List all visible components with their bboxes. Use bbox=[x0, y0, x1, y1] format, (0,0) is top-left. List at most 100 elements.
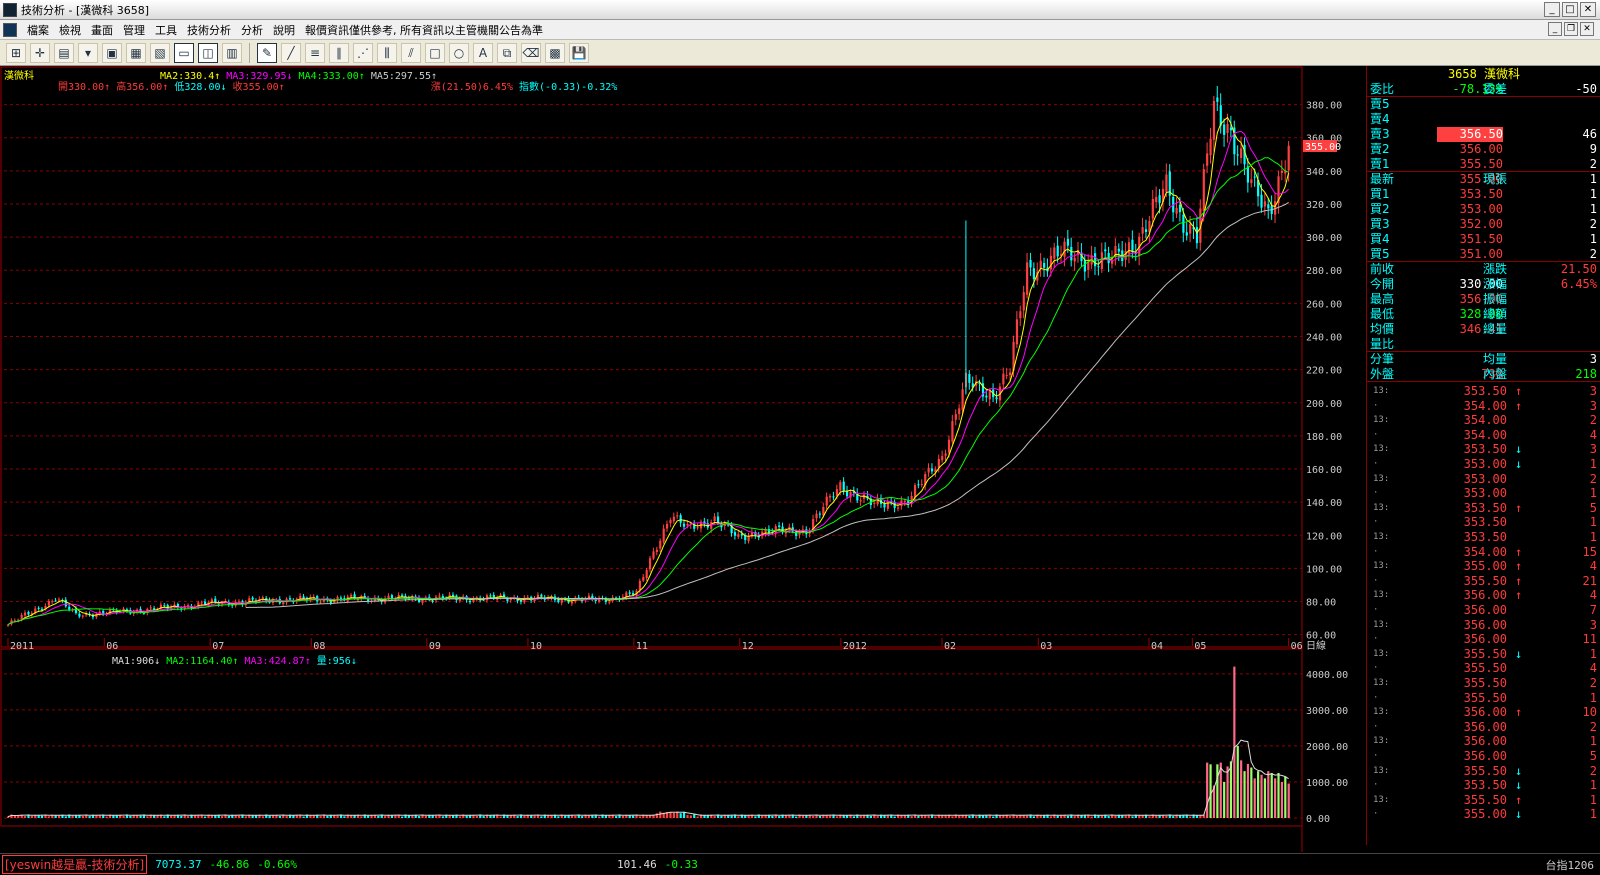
quote-row-label: 買3 bbox=[1370, 217, 1390, 231]
indicator-icon[interactable]: ⊞ bbox=[6, 42, 26, 63]
window-split-icon[interactable]: ◫ bbox=[198, 42, 218, 63]
tick-qty: 7 bbox=[1589, 603, 1597, 617]
candle-body bbox=[1189, 224, 1192, 234]
copy-icon[interactable]: ⧉ bbox=[497, 42, 517, 63]
tick-price: 355.50 bbox=[1463, 690, 1507, 705]
table-icon[interactable]: ▤ bbox=[54, 42, 74, 63]
chart-area[interactable]: 漢微科 MA2:330.4↑ MA3:329.95↓ MA4:333.00↑ M… bbox=[0, 66, 1366, 853]
volume-bar bbox=[574, 815, 577, 818]
chart-green-icon[interactable]: ▦ bbox=[126, 42, 146, 63]
doc-minimize-button[interactable]: _ bbox=[1548, 22, 1562, 36]
quote-row-label: 分筆 bbox=[1370, 352, 1395, 366]
doc-close-button[interactable]: ✕ bbox=[1580, 22, 1594, 36]
brand-label: [yeswin越是贏-技術分析] bbox=[2, 855, 148, 874]
horizontal-lines-icon[interactable]: ≡ bbox=[305, 42, 325, 63]
minimize-button[interactable]: _ bbox=[1544, 2, 1560, 17]
candle-body bbox=[54, 600, 57, 602]
doc-restore-button[interactable]: ❐ bbox=[1564, 22, 1578, 36]
volume-bar bbox=[1267, 771, 1270, 818]
menu-view[interactable]: 檢視 bbox=[59, 22, 81, 38]
candle-body bbox=[282, 602, 285, 605]
quote-row-value: 351.00 bbox=[1459, 247, 1503, 261]
futures-label[interactable]: 台指1206 bbox=[1546, 857, 1595, 873]
palette-icon[interactable]: ▩ bbox=[545, 42, 565, 63]
volume-bar bbox=[1032, 816, 1036, 818]
candle-body bbox=[570, 601, 574, 604]
vertical-lines-icon[interactable]: ∥ bbox=[329, 42, 349, 63]
tick-qty: 3 bbox=[1589, 442, 1597, 457]
quote-row: 最高 356.00 振幅 bbox=[1367, 292, 1600, 307]
volume-bar bbox=[818, 815, 822, 818]
crosshair-icon[interactable]: ✛ bbox=[30, 42, 50, 63]
price-volume-chart[interactable]: 60.0080.00100.00120.00140.00160.00180.00… bbox=[0, 66, 1366, 853]
menu-help[interactable]: 說明 bbox=[273, 22, 295, 38]
volume-bar bbox=[1243, 771, 1246, 818]
eraser-icon[interactable]: ⌫ bbox=[521, 42, 541, 63]
menu-technical-analysis[interactable]: 技術分析 bbox=[187, 22, 231, 38]
fan-lines-icon[interactable]: ⋰ bbox=[353, 42, 373, 63]
candle-body bbox=[1066, 238, 1070, 246]
period-label: 日線 bbox=[1306, 639, 1326, 652]
ma3-line bbox=[7, 130, 1289, 626]
document-icon[interactable] bbox=[3, 22, 17, 37]
close-button[interactable]: ✕ bbox=[1580, 2, 1596, 17]
tick-row: · 354.00 ↑ 3 bbox=[1367, 399, 1600, 414]
period-dropdown-icon[interactable]: ▾ bbox=[78, 42, 98, 63]
x-tick-label: 02 bbox=[944, 641, 956, 652]
fib-lines-icon[interactable]: ⫼ bbox=[377, 42, 397, 63]
tick-price: 355.50 bbox=[1463, 646, 1507, 661]
price-tick-label: 200.00 bbox=[1306, 399, 1342, 410]
volume-bar bbox=[1148, 816, 1151, 818]
menu-file[interactable]: 檔案 bbox=[27, 22, 49, 38]
candle-body bbox=[468, 600, 472, 603]
image-icon[interactable]: ▧ bbox=[150, 42, 170, 63]
tick-time: · bbox=[1373, 605, 1379, 615]
rectangle-tool-icon[interactable]: □ bbox=[425, 42, 445, 63]
tick-row: · 353.50 ↓ 1 bbox=[1367, 778, 1600, 793]
candle-body bbox=[214, 598, 217, 602]
tick-qty: 3 bbox=[1589, 384, 1597, 398]
parallel-lines-icon[interactable]: ⫽ bbox=[401, 42, 421, 63]
ellipse-tool-icon[interactable]: ○ bbox=[449, 42, 469, 63]
candle-body bbox=[350, 594, 353, 597]
window-layout-icon[interactable]: ▭ bbox=[174, 42, 194, 63]
price-tick-label: 100.00 bbox=[1306, 564, 1342, 575]
volume-bar bbox=[886, 815, 889, 818]
volume-bar bbox=[968, 815, 971, 818]
volume-bar bbox=[730, 815, 733, 818]
maximize-button[interactable]: □ bbox=[1562, 2, 1578, 17]
line-tool-icon[interactable]: ╱ bbox=[281, 42, 301, 63]
candle-body bbox=[682, 523, 686, 527]
chart-red-icon[interactable]: ▣ bbox=[102, 42, 122, 63]
candle-body bbox=[1097, 266, 1100, 268]
menu-analysis[interactable]: 分析 bbox=[241, 22, 263, 38]
candle-body bbox=[81, 615, 84, 617]
candle-body bbox=[1165, 174, 1168, 192]
volume-bar bbox=[523, 815, 526, 818]
tick-qty: 11 bbox=[1582, 632, 1597, 647]
menu-tools[interactable]: 工具 bbox=[155, 22, 177, 38]
volume-bar bbox=[1229, 761, 1233, 818]
menu-screen[interactable]: 畫面 bbox=[91, 22, 113, 38]
draw-pen-icon[interactable]: ✎ bbox=[257, 42, 277, 63]
candle-body bbox=[68, 606, 71, 610]
volume-bar bbox=[737, 816, 740, 818]
volume-bar bbox=[632, 815, 635, 818]
tick-price: 355.00 bbox=[1463, 559, 1507, 574]
volume-bar bbox=[424, 815, 428, 818]
volume-bar bbox=[1246, 763, 1250, 818]
candle-body bbox=[40, 608, 44, 610]
window-list-icon[interactable]: ▥ bbox=[222, 42, 242, 63]
quote-row: 賣5 bbox=[1367, 97, 1600, 112]
candle-body bbox=[896, 507, 900, 509]
candle-body bbox=[319, 601, 322, 603]
price-tag-text: 355.00 bbox=[1305, 142, 1341, 153]
text-tool-icon[interactable]: A bbox=[473, 42, 493, 63]
save-icon[interactable]: 💾 bbox=[569, 42, 589, 63]
menu-manage[interactable]: 管理 bbox=[123, 22, 145, 38]
candle-body bbox=[1053, 247, 1056, 259]
volume-bar bbox=[659, 811, 662, 818]
volume-bar bbox=[761, 815, 764, 818]
tick-row: · 354.00 4 bbox=[1367, 428, 1600, 443]
volume-bar bbox=[1172, 816, 1175, 818]
